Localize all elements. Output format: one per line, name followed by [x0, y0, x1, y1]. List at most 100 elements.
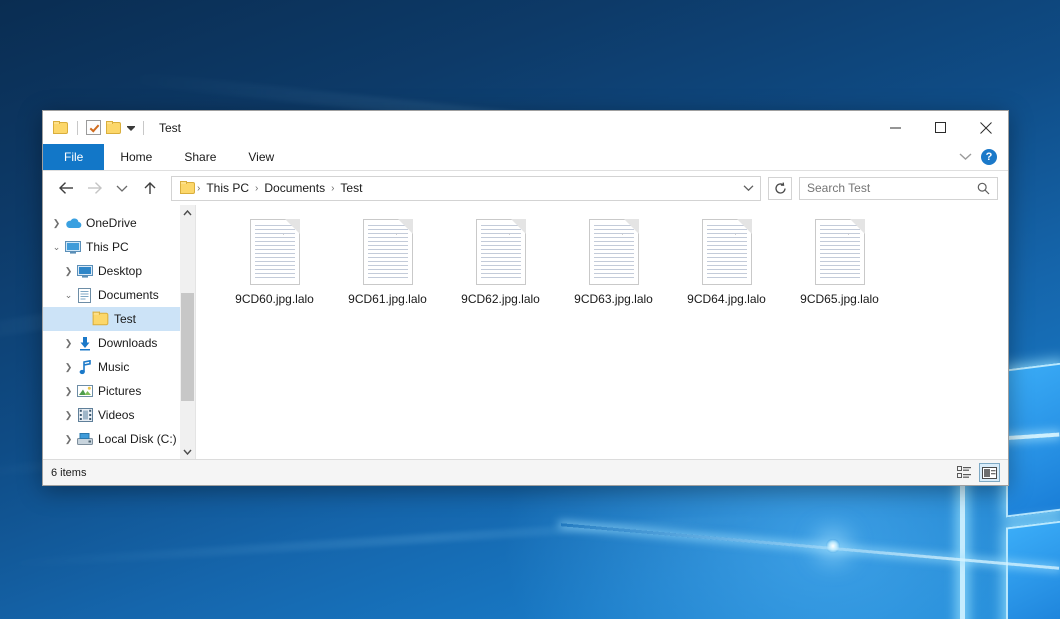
window-body: ❯ OneDrive ⌄ — [43, 205, 1008, 459]
file-item[interactable]: 9CD64.jpg.lalo — [670, 213, 783, 306]
folder-icon[interactable] — [53, 121, 69, 135]
sidebar-item-test[interactable]: Test — [43, 307, 195, 331]
refresh-icon[interactable] — [768, 177, 792, 200]
windows-logo-pane — [1006, 521, 1060, 619]
properties-icon[interactable] — [86, 120, 101, 135]
search-icon[interactable] — [977, 182, 990, 195]
search-input[interactable] — [800, 180, 969, 196]
forward-button[interactable] — [81, 175, 107, 201]
chevron-right-icon[interactable]: ❯ — [49, 218, 64, 229]
file-name-label: 9CD60.jpg.lalo — [235, 292, 314, 306]
navigation-pane-scrollbar[interactable] — [180, 205, 195, 459]
sidebar-item-desktop[interactable]: ❯ Desktop — [43, 259, 195, 283]
sidebar-item-label: Desktop — [98, 264, 142, 278]
maximize-button[interactable] — [918, 111, 963, 144]
file-name-label: 9CD61.jpg.lalo — [348, 292, 427, 306]
breadcrumb-item-documents[interactable]: Documents — [259, 181, 330, 195]
ribbon-tab-bar: File Home Share View ? — [43, 144, 1008, 171]
chevron-right-icon[interactable]: ❯ — [61, 434, 76, 445]
sidebar-item-label: Pictures — [98, 384, 141, 398]
large-icons-view-button[interactable] — [979, 463, 1000, 482]
chevron-down-icon[interactable]: ⌄ — [61, 290, 76, 301]
minimize-button[interactable] — [873, 111, 918, 144]
customize-quick-access-icon[interactable] — [127, 127, 135, 131]
sidebar-item-onedrive[interactable]: ❯ OneDrive — [43, 211, 195, 235]
sidebar-item-label: Downloads — [98, 336, 157, 350]
file-item[interactable]: 9CD62.jpg.lalo — [444, 213, 557, 306]
item-count-label: 6 items — [51, 467, 86, 479]
breadcrumb-folder-icon[interactable] — [180, 181, 196, 195]
file-name-label: 9CD63.jpg.lalo — [574, 292, 653, 306]
back-button[interactable] — [53, 175, 79, 201]
tab-view[interactable]: View — [232, 144, 290, 170]
file-name-label: 9CD62.jpg.lalo — [461, 292, 540, 306]
toolbar-separator — [143, 121, 144, 135]
file-item[interactable]: 9CD60.jpg.lalo — [218, 213, 331, 306]
address-bar-tools — [737, 177, 760, 199]
tab-home[interactable]: Home — [104, 144, 168, 170]
close-button[interactable] — [963, 111, 1008, 144]
generic-file-icon — [250, 219, 300, 285]
quick-access-toolbar: Test — [43, 120, 181, 135]
tab-share[interactable]: Share — [168, 144, 232, 170]
file-item[interactable]: 9CD65.jpg.lalo — [783, 213, 896, 306]
up-button[interactable] — [137, 175, 163, 201]
recent-locations-button[interactable] — [109, 175, 135, 201]
generic-file-icon — [363, 219, 413, 285]
chevron-right-icon[interactable]: ❯ — [61, 266, 76, 277]
pictures-icon — [76, 385, 94, 398]
chevron-right-icon[interactable]: ❯ — [61, 362, 76, 373]
sidebar-item-label: OneDrive — [86, 216, 137, 230]
file-grid: 9CD60.jpg.lalo 9CD61.jpg.lalo 9CD62.jpg.… — [196, 205, 1008, 306]
sidebar-item-music[interactable]: ❯ Music — [43, 355, 195, 379]
chevron-down-icon[interactable]: ⌄ — [49, 242, 64, 253]
ribbon-right-controls: ? — [959, 144, 1008, 170]
sidebar-item-pictures[interactable]: ❯ Pictures — [43, 379, 195, 403]
downloads-icon — [76, 336, 94, 351]
sidebar-item-label: Test — [114, 312, 136, 326]
search-box[interactable] — [799, 177, 998, 200]
scrollbar-thumb[interactable] — [181, 293, 194, 401]
documents-icon — [76, 288, 94, 303]
wallpaper-light-ray — [0, 512, 779, 569]
chevron-right-icon[interactable]: ❯ — [61, 338, 76, 349]
generic-file-icon — [476, 219, 526, 285]
chevron-right-icon[interactable]: ❯ — [61, 386, 76, 397]
breadcrumb: › This PC › Documents › Test — [172, 181, 367, 195]
address-toolbar: › This PC › Documents › Test — [43, 171, 1008, 205]
generic-file-icon — [589, 219, 639, 285]
chevron-right-icon[interactable]: ❯ — [61, 410, 76, 421]
chevron-down-icon[interactable] — [959, 148, 972, 166]
videos-icon — [76, 408, 94, 422]
sidebar-item-documents[interactable]: ⌄ Documents — [43, 283, 195, 307]
address-dropdown-icon[interactable] — [737, 177, 760, 199]
new-folder-icon[interactable] — [106, 121, 122, 135]
window-controls — [873, 111, 1008, 144]
folder-tree: ❯ OneDrive ⌄ — [43, 205, 195, 451]
sidebar-item-label: Local Disk (C:) — [98, 432, 177, 446]
music-icon — [76, 360, 94, 375]
file-item[interactable]: 9CD63.jpg.lalo — [557, 213, 670, 306]
sidebar-item-downloads[interactable]: ❯ Downloads — [43, 331, 195, 355]
scroll-up-button[interactable] — [180, 205, 195, 220]
help-icon[interactable]: ? — [981, 149, 997, 165]
file-name-label: 9CD65.jpg.lalo — [800, 292, 879, 306]
sidebar-item-local-disk-c[interactable]: ❯ Local Disk (C:) — [43, 427, 195, 451]
windows-logo-pane — [1006, 363, 1060, 518]
address-bar[interactable]: › This PC › Documents › Test — [171, 176, 761, 201]
desktop-icon — [76, 265, 94, 278]
wallpaper-light-hotspot — [826, 539, 840, 553]
file-item[interactable]: 9CD61.jpg.lalo — [331, 213, 444, 306]
view-mode-buttons — [954, 463, 1000, 482]
scroll-down-button[interactable] — [180, 444, 195, 459]
status-bar: 6 items — [43, 459, 1008, 485]
tab-file[interactable]: File — [43, 144, 104, 170]
file-list-pane[interactable]: 9CD60.jpg.lalo 9CD61.jpg.lalo 9CD62.jpg.… — [196, 205, 1008, 459]
breadcrumb-item-this-pc[interactable]: This PC — [201, 181, 254, 195]
navigation-pane: ❯ OneDrive ⌄ — [43, 205, 196, 459]
sidebar-item-this-pc[interactable]: ⌄ This PC — [43, 235, 195, 259]
sidebar-item-videos[interactable]: ❯ Videos — [43, 403, 195, 427]
cloud-icon — [64, 217, 82, 229]
breadcrumb-item-test[interactable]: Test — [335, 181, 367, 195]
details-view-button[interactable] — [954, 463, 975, 482]
